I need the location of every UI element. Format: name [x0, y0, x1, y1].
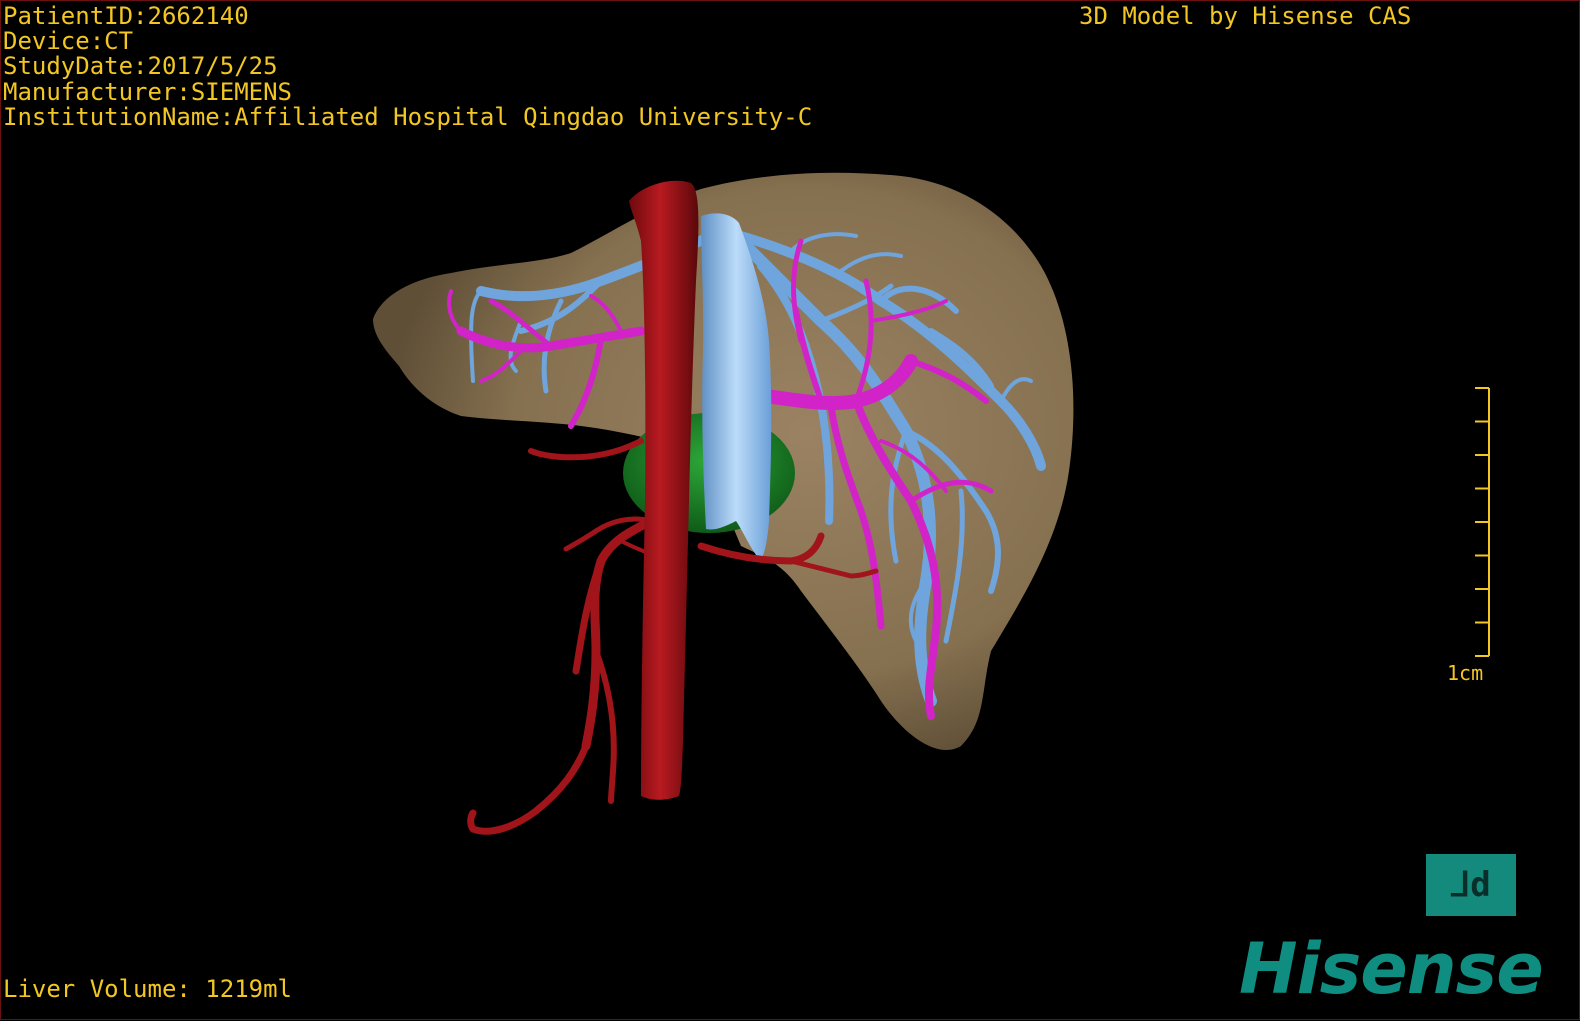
liver-3d-model[interactable] — [1, 1, 1580, 1021]
device-text: Device:CT — [3, 27, 134, 55]
scale-bar-label: 1cm — [1447, 661, 1484, 685]
model-credit-text: 3D Model by Hisense CAS — [1079, 2, 1412, 30]
logo-glyph: ⅃d — [1451, 865, 1491, 905]
app-logo-icon: ⅃d — [1426, 854, 1516, 916]
scale-bar — [1475, 387, 1490, 657]
institution-text: InstitutionName:Affiliated Hospital Qing… — [3, 103, 813, 131]
liver-volume-text: Liver Volume: 1219ml — [3, 975, 292, 1003]
study-date-text: StudyDate:2017/5/25 — [3, 52, 278, 80]
3d-viewport[interactable]: PatientID:2662140 Device:CT StudyDate:20… — [0, 0, 1580, 1020]
patient-id-text: PatientID:2662140 — [3, 2, 249, 30]
manufacturer-text: Manufacturer:SIEMENS — [3, 78, 292, 106]
brand-wordmark: Hisense — [1239, 928, 1544, 1010]
